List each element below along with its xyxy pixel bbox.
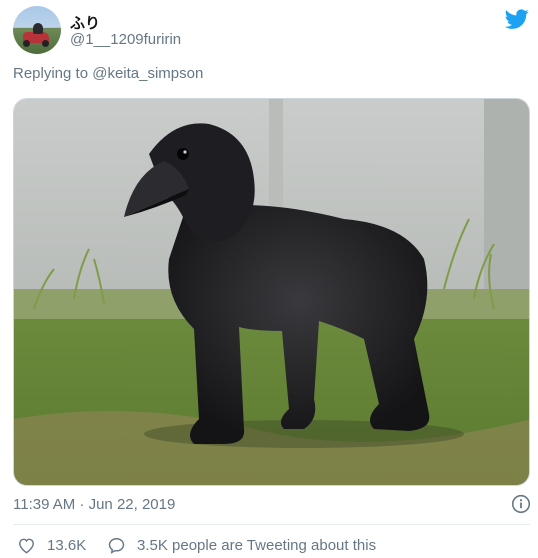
tweet-image[interactable] xyxy=(13,98,530,486)
avatar-wheel xyxy=(42,40,49,47)
conversation-text: 3.5K people are Tweeting about this xyxy=(137,537,377,554)
tweet-timestamp[interactable]: 11:39 AM · Jun 22, 2019 xyxy=(13,496,175,513)
comment-icon xyxy=(108,538,125,554)
heart-icon xyxy=(19,538,34,554)
raven-gorilla-photo xyxy=(14,99,529,485)
twitter-logo-icon[interactable] xyxy=(505,7,529,31)
display-name[interactable]: ふり xyxy=(70,12,100,33)
like-button[interactable]: 13.6K xyxy=(17,536,86,555)
like-count: 13.6K xyxy=(47,537,87,554)
conversation-link[interactable]: 3.5K people are Tweeting about this xyxy=(107,536,376,555)
avatar-rider xyxy=(33,23,43,34)
replying-to[interactable]: Replying to @keita_simpson xyxy=(13,65,203,82)
user-handle[interactable]: @1__1209furirin xyxy=(70,31,181,48)
info-icon[interactable] xyxy=(511,494,531,514)
avatar[interactable] xyxy=(13,6,61,54)
divider xyxy=(13,524,530,525)
avatar-wheel xyxy=(23,40,30,47)
